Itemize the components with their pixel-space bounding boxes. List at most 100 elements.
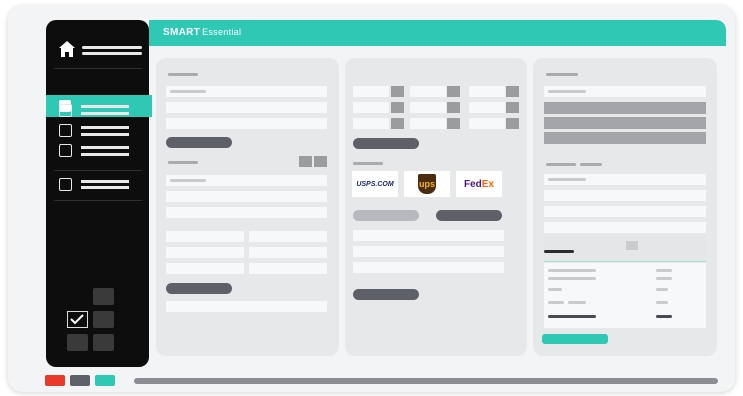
item-label-line [81, 180, 129, 183]
action-button[interactable] [166, 283, 232, 294]
text-field[interactable] [166, 207, 327, 218]
action-button[interactable] [353, 289, 419, 300]
dimension-field[interactable] [353, 86, 389, 97]
dimension-field[interactable] [469, 86, 505, 97]
text-field[interactable] [166, 263, 244, 274]
unit-square[interactable] [506, 118, 519, 129]
row-label [548, 277, 596, 280]
divider [54, 68, 142, 69]
action-button[interactable] [166, 137, 232, 148]
section-label [546, 163, 576, 166]
carrier-fedex[interactable]: FedEx [456, 171, 502, 197]
section-label [546, 73, 578, 76]
checkbox-icon [59, 104, 72, 117]
grid-cell [93, 288, 114, 305]
total-value [656, 315, 672, 318]
summary-table [544, 263, 706, 328]
action-button[interactable] [353, 138, 419, 149]
text-field[interactable] [166, 86, 327, 97]
text-field[interactable] [166, 175, 327, 186]
sidebar [46, 20, 152, 367]
text-field[interactable] [166, 301, 327, 312]
home-icon [59, 41, 75, 57]
checkbox-icon [59, 124, 72, 137]
unit-square[interactable] [447, 102, 460, 113]
text-field[interactable] [544, 190, 706, 201]
status-dot-red [45, 375, 65, 386]
option-square[interactable] [314, 156, 327, 167]
text-field[interactable] [353, 262, 504, 273]
row-value [656, 288, 668, 291]
dimension-field[interactable] [353, 102, 389, 113]
total-label [548, 315, 596, 318]
section-label [580, 163, 602, 166]
unit-square[interactable] [391, 118, 404, 129]
sidebar-home[interactable] [58, 40, 142, 60]
carrier-usps[interactable]: USPS.COM [352, 171, 398, 197]
text-field[interactable] [166, 118, 327, 129]
progress-bar [134, 378, 718, 384]
dimension-field[interactable] [353, 118, 389, 129]
brand-name: SMART [163, 27, 201, 38]
item-label-line [81, 126, 129, 129]
item-label-line [81, 105, 129, 108]
text-field[interactable] [166, 191, 327, 202]
text-field[interactable] [249, 231, 327, 242]
dimension-field[interactable] [469, 102, 505, 113]
text-field[interactable] [544, 206, 706, 217]
text-field[interactable] [249, 247, 327, 258]
submit-button[interactable] [542, 334, 608, 344]
text-field[interactable] [544, 222, 706, 233]
unit-square[interactable] [506, 86, 519, 97]
unit-square[interactable] [506, 102, 519, 113]
dimension-field[interactable] [410, 118, 446, 129]
divider [54, 170, 142, 171]
info-block [544, 132, 706, 144]
row-label [568, 301, 586, 304]
text-field[interactable] [166, 231, 244, 242]
form-card-2 [345, 58, 527, 356]
unit-square[interactable] [391, 102, 404, 113]
row-label [548, 269, 596, 272]
text-field[interactable] [353, 246, 504, 257]
status-dot-slate [70, 375, 90, 386]
text-field[interactable] [249, 263, 327, 274]
unit-square[interactable] [391, 86, 404, 97]
unit-square[interactable] [447, 118, 460, 129]
text-field[interactable] [353, 230, 504, 241]
row-value [656, 277, 672, 280]
section-label [353, 162, 383, 165]
text-field[interactable] [166, 247, 244, 258]
sidebar-item[interactable] [59, 144, 149, 158]
text-field[interactable] [544, 86, 706, 97]
dimension-field[interactable] [410, 102, 446, 113]
grid-cell [93, 334, 114, 351]
item-label-line [81, 153, 129, 156]
secondary-button[interactable] [353, 210, 419, 221]
status-dot-teal [95, 375, 115, 386]
summary-card [533, 58, 717, 356]
section-label [168, 161, 198, 164]
text-field[interactable] [544, 174, 706, 185]
option-square[interactable] [299, 156, 312, 167]
item-label-line [81, 112, 129, 115]
sidebar-item[interactable] [59, 124, 149, 138]
usps-logo: USPS.COM [356, 180, 394, 188]
checkbox-icon [59, 144, 72, 157]
grid-cell [67, 334, 88, 351]
sidebar-item[interactable] [59, 178, 149, 192]
sidebar-item[interactable] [59, 104, 149, 118]
check-icon [67, 311, 88, 328]
fedex-logo: FedEx [464, 179, 494, 190]
item-label-line [81, 133, 129, 136]
text-field[interactable] [166, 102, 327, 113]
item-label-line [81, 146, 129, 149]
row-label [548, 301, 564, 304]
dimension-field[interactable] [410, 86, 446, 97]
carrier-ups[interactable]: ups [404, 171, 450, 197]
unit-square[interactable] [447, 86, 460, 97]
home-label-line [82, 46, 142, 49]
primary-button[interactable] [436, 210, 502, 221]
fedex-logo-fed: Fed [463, 178, 482, 190]
dimension-field[interactable] [469, 118, 505, 129]
